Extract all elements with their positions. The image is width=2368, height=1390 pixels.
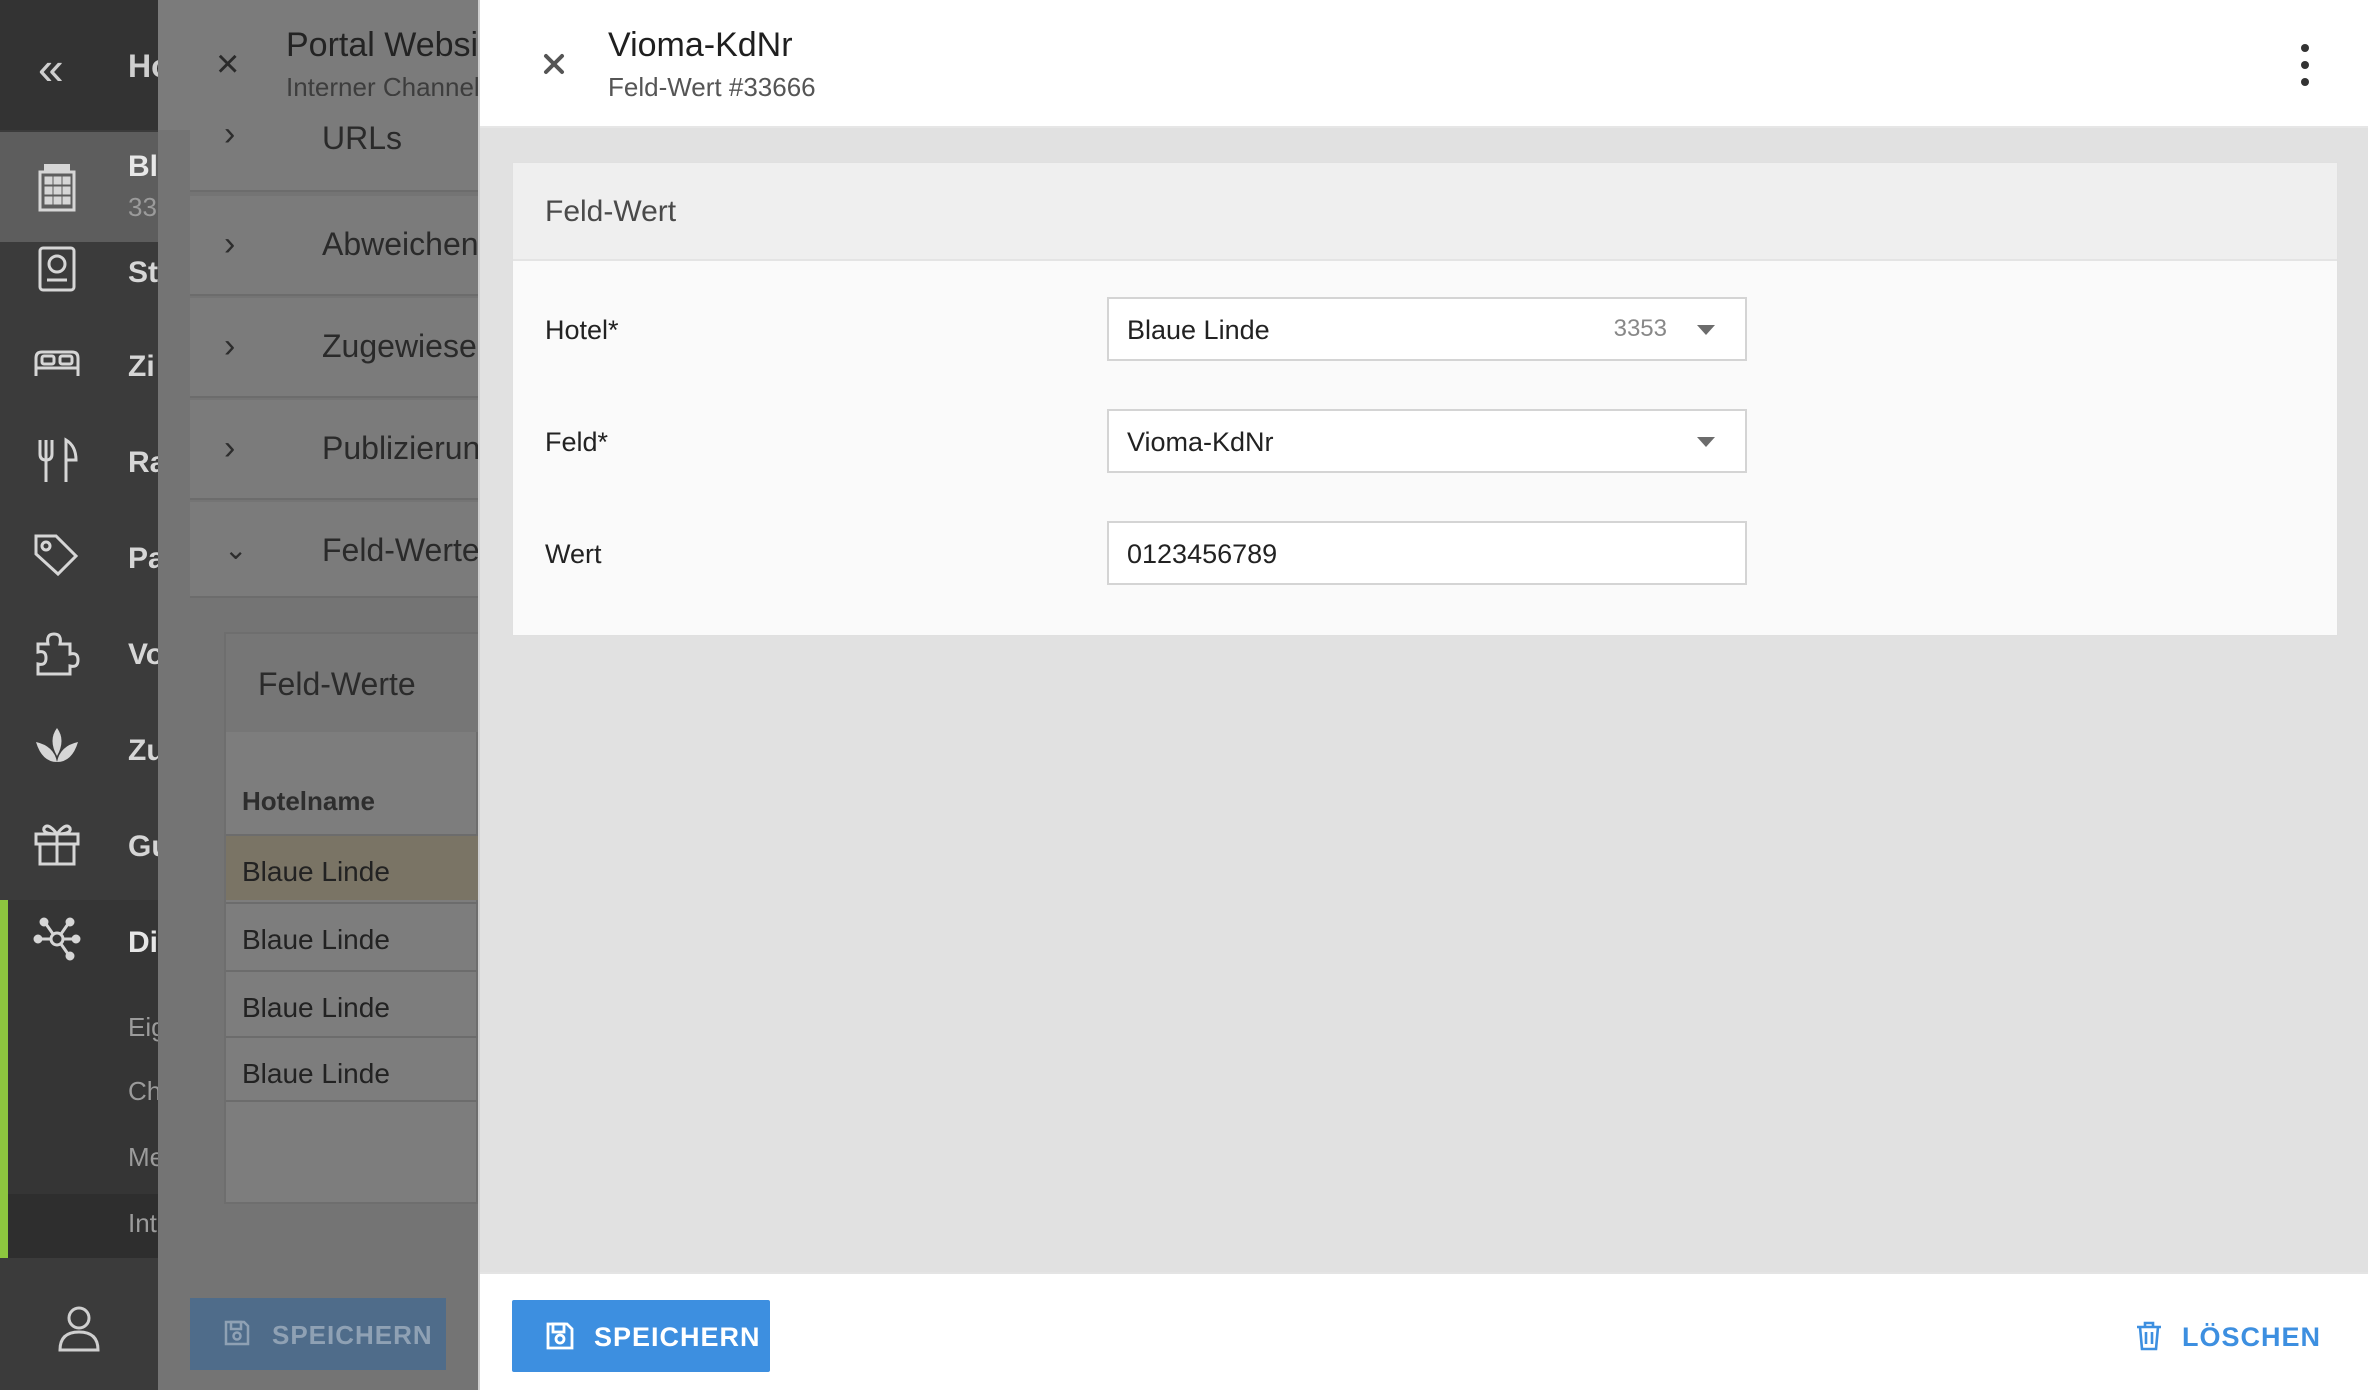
table-row[interactable]: Blaue Linde (226, 902, 480, 968)
feld-wert-panel: Vioma-KdNr Feld-Wert #33666 Feld-Wert Ho… (478, 0, 2368, 1390)
sidebar-header: « Ho (0, 0, 158, 130)
accordion-feld-werte[interactable]: ⌄ Feld-Werte (190, 502, 480, 598)
table-row[interactable]: Blaue Linde (226, 834, 480, 900)
card-title: Feld-Wert (545, 195, 677, 228)
floppy-disk-icon (222, 1318, 252, 1348)
feld-field-label: Feld* (545, 427, 609, 457)
accordion-publizierungs[interactable]: › Publizierungs (190, 400, 514, 500)
sidebar-item-di[interactable]: Di (0, 898, 158, 988)
sidebar-item-st[interactable]: St (0, 232, 158, 322)
network-icon (30, 912, 84, 966)
tags-icon (30, 528, 84, 582)
close-icon[interactable] (536, 46, 572, 82)
hotel-select-value: Blaue Linde (1127, 315, 1270, 345)
chevron-right-icon: › (224, 429, 236, 467)
panel-subtitle: Feld-Wert #33666 (608, 72, 816, 102)
sidebar-item-label: Gu (128, 830, 158, 863)
table-row[interactable]: Blaue Linde (226, 1036, 480, 1102)
more-vertical-icon[interactable] (2290, 40, 2320, 90)
background-close-icon[interactable]: × (216, 44, 239, 84)
sidebar-subitem-eig[interactable]: Eig (128, 1012, 158, 1043)
sidebar-item-label: Vo (128, 638, 158, 671)
sidebar-item-pa[interactable]: Pa (0, 514, 158, 604)
main-sidebar: « Ho Bl 33 St Zi Ra (0, 0, 158, 1390)
column-header-hotelname: Hotelname (242, 786, 375, 816)
user-profile-icon[interactable] (52, 1300, 106, 1354)
feld-select-value: Vioma-KdNr (1127, 427, 1274, 457)
chevron-right-icon: › (224, 225, 236, 263)
sidebar-item-label: Di (128, 926, 158, 959)
sidebar-subitem-int[interactable]: Int (128, 1208, 158, 1239)
sidebar-item-zu[interactable]: Zu (0, 706, 158, 796)
accordion-label: Feld-Werte (322, 532, 480, 568)
background-card-title: Feld-Werte (226, 634, 480, 732)
panel-header: Vioma-KdNr Feld-Wert #33666 (480, 0, 2368, 128)
feld-wert-card: Feld-Wert Hotel* Blaue Linde 3353 Feld* … (512, 162, 2338, 636)
wert-input-value: 0123456789 (1127, 539, 1278, 569)
background-save-label: SPEICHERN (272, 1320, 433, 1350)
sidebar-header-label: Ho (128, 48, 158, 84)
hotel-select[interactable]: Blaue Linde 3353 (1107, 297, 1747, 361)
sidebar-item-zi[interactable]: Zi (0, 322, 158, 412)
chevron-down-icon: ⌄ (224, 534, 248, 565)
hotel-field-label: Hotel* (545, 315, 619, 345)
trash-icon (2134, 1320, 2164, 1352)
passport-icon (30, 242, 84, 296)
puzzle-icon (30, 624, 84, 678)
sidebar-hotel-switcher[interactable]: Bl 33 (0, 132, 158, 242)
sidebar-item-ra[interactable]: Ra (0, 418, 158, 508)
gift-icon (30, 816, 84, 870)
panel-footer: SPEICHERN LÖSCHEN (480, 1272, 2368, 1390)
delete-button[interactable]: LÖSCHEN (2134, 1300, 2344, 1372)
floppy-disk-icon (544, 1320, 576, 1352)
wert-input[interactable]: 0123456789 (1107, 521, 1747, 585)
chevron-right-icon: › (224, 115, 236, 153)
wert-field-label: Wert (545, 539, 602, 569)
sidebar-item-label: Ra (128, 446, 158, 479)
lotus-icon (30, 720, 84, 774)
background-save-button[interactable]: SPEICHERN (190, 1298, 446, 1370)
accordion-abweichende[interactable]: › Abweichende (190, 196, 514, 296)
save-button-label: SPEICHERN (594, 1322, 761, 1352)
table-row[interactable]: Blaue Linde (226, 970, 480, 1036)
hotel-building-icon (30, 160, 84, 214)
sidebar-subitem-me[interactable]: Me (128, 1142, 158, 1173)
sidebar-item-label: Zi (128, 350, 155, 383)
background-panel-title: Portal Website (286, 26, 507, 64)
hotel-id-badge: 3353 (1613, 315, 1667, 342)
bed-icon (30, 336, 84, 390)
sidebar-item-gu[interactable]: Gu (0, 802, 158, 892)
accordion-label: URLs (322, 120, 403, 156)
caret-down-icon (1697, 437, 1715, 447)
delete-button-label: LÖSCHEN (2182, 1322, 2322, 1352)
card-header: Feld-Wert (513, 163, 2337, 261)
accordion-zugewiesene[interactable]: › Zugewiesene (190, 298, 512, 398)
sidebar-item-label: Zu (128, 734, 158, 767)
sidebar-item-label: St (128, 256, 158, 289)
sidebar-item-label: Pa (128, 542, 158, 575)
chevron-right-icon: › (224, 327, 236, 365)
caret-down-icon (1697, 325, 1715, 335)
collapse-sidebar-icon[interactable]: « (38, 45, 78, 91)
panel-title: Vioma-KdNr (608, 26, 793, 64)
sidebar-subitem-ch[interactable]: Ch (128, 1076, 158, 1107)
sidebar-hotel-number: 33 (128, 192, 157, 222)
fork-knife-icon (30, 434, 84, 488)
sidebar-hotel-name: Bl (128, 150, 158, 183)
background-channel-panel: × Portal Website Interner Channel › URLs… (158, 0, 514, 1390)
feld-select[interactable]: Vioma-KdNr (1107, 409, 1747, 473)
save-button[interactable]: SPEICHERN (512, 1300, 770, 1372)
background-feld-werte-card: Feld-Werte Hotelname Blaue Linde Blaue L… (224, 632, 480, 1204)
accordion-urls[interactable]: › URLs (190, 96, 480, 192)
sidebar-item-vo[interactable]: Vo (0, 610, 158, 700)
